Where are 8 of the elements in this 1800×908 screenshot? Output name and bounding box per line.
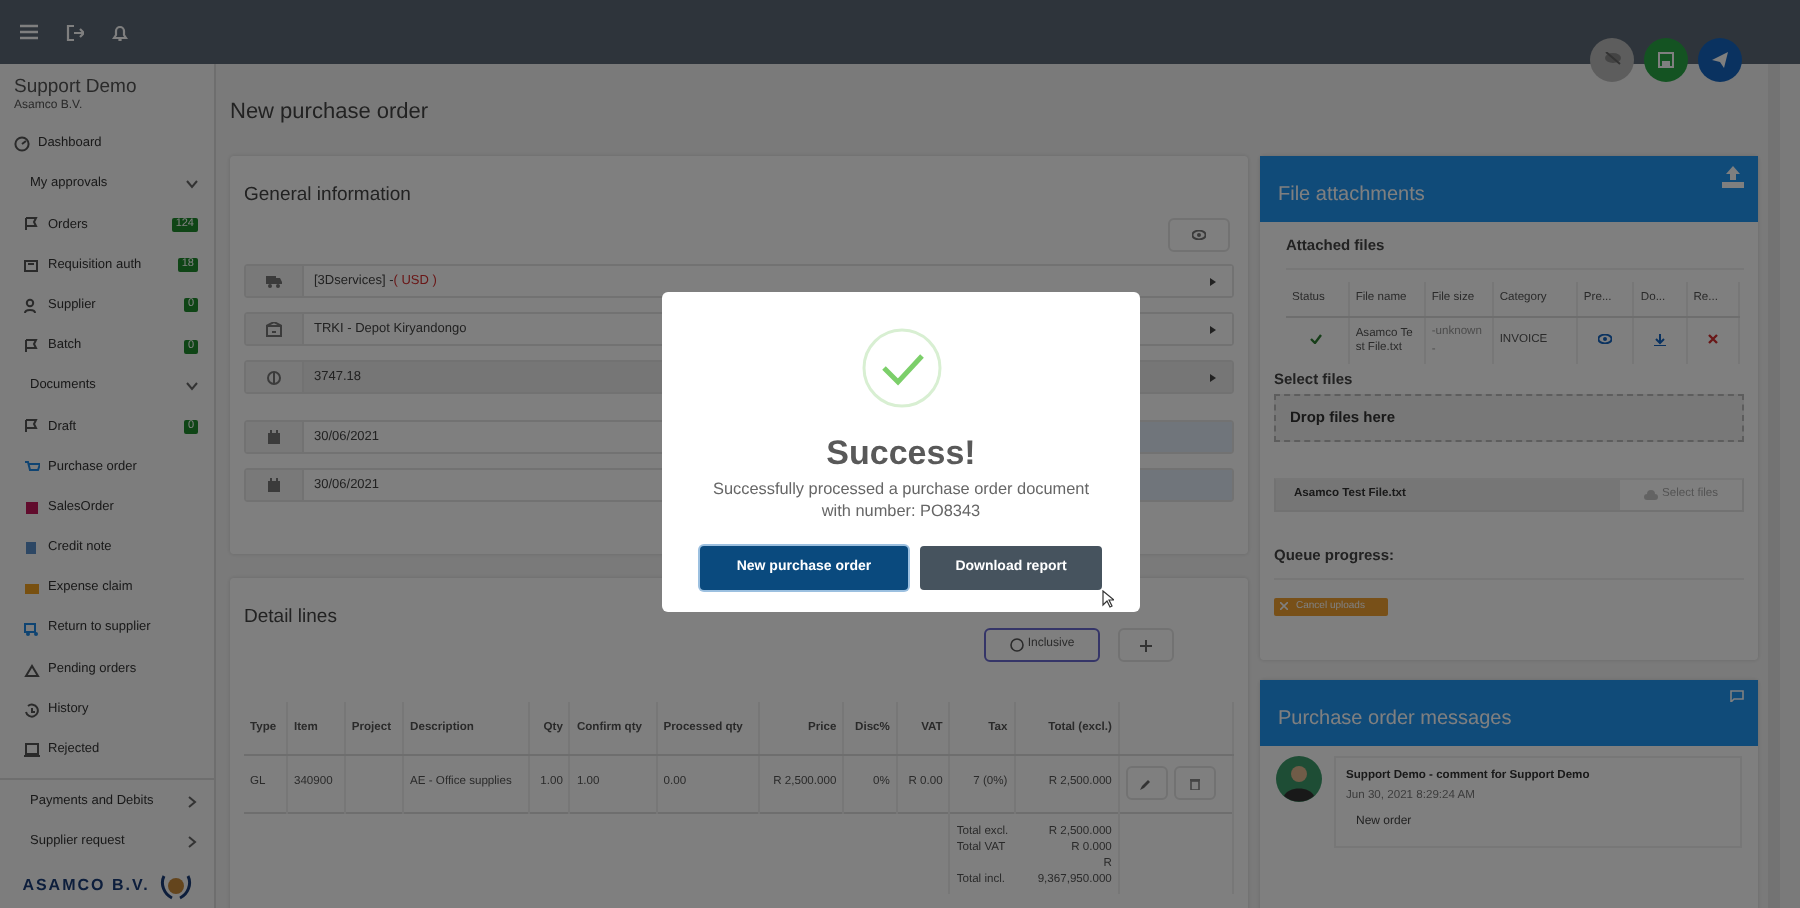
section-title: General information <box>244 182 413 210</box>
section-title: Detail lines <box>244 604 339 632</box>
logo-text: ASAMCO B.V. <box>22 874 150 898</box>
page-title: New purchase order <box>230 98 431 126</box>
card-title: Purchase order messages <box>1278 706 1512 734</box>
card-title: File attachments <box>1278 182 1425 210</box>
user-name: Support Demo <box>12 76 139 98</box>
modal-title: Success! <box>826 434 976 474</box>
